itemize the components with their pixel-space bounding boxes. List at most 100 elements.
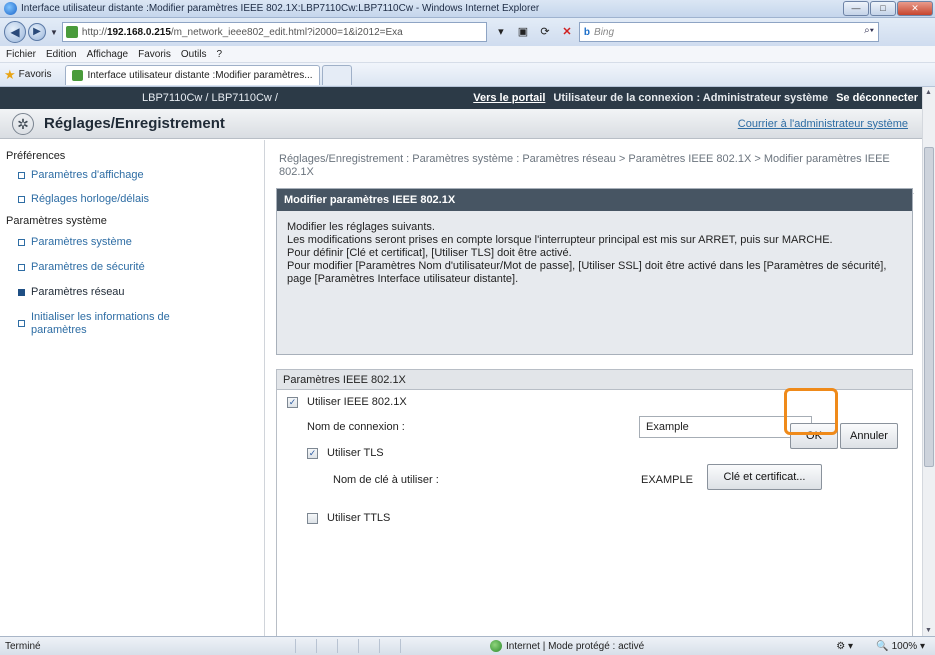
bullet-icon (18, 172, 25, 179)
zoom-value: 100% (891, 640, 918, 652)
settings-cog-icon: ✲ (12, 112, 34, 135)
sidebar-item-system-settings[interactable]: Paramètres système (18, 236, 132, 249)
logged-in-user: Utilisateur de la connexion : Administra… (553, 92, 829, 104)
menu-file[interactable]: Fichier (6, 49, 36, 60)
login-name-label: Nom de connexion : (307, 421, 405, 433)
use-8021x-label: Utiliser IEEE 802.1X (307, 396, 407, 408)
instruction-line: Pour modifier [Paramètres Nom d'utilisat… (287, 260, 887, 285)
sidebar-item-network-settings[interactable]: Paramètres réseau (18, 286, 125, 299)
compatibility-view-icon[interactable]: ▣ (515, 24, 531, 40)
address-toolbar: ◀ ▶ ▼ http://192.168.0.215/m_network_iee… (0, 18, 935, 46)
section-title: Réglages/Enregistrement (44, 115, 225, 132)
search-icon[interactable]: ⌕▾ (864, 25, 874, 36)
sidebar-item-clock-settings[interactable]: Réglages horloge/délais (18, 193, 149, 206)
sidebar-item-label: Paramètres d'affichage (31, 169, 144, 181)
status-text: Terminé (5, 640, 41, 652)
site-favicon-icon (65, 26, 78, 38)
menu-edit[interactable]: Edition (46, 49, 77, 60)
ie-logo-icon (4, 2, 17, 15)
url-prefix: http:// (81, 26, 107, 38)
bullet-icon (18, 320, 25, 327)
use-tls-row: ✓ Utiliser TLS (307, 447, 384, 459)
favorites-star-icon[interactable]: ★ (4, 67, 16, 83)
vertical-scrollbar[interactable]: ▲ ▼ (922, 87, 935, 636)
section-header: ✲ Réglages/Enregistrement Courrier à l'a… (0, 109, 922, 139)
sidebar-item-label: Paramètres système (31, 236, 132, 248)
menu-favorites[interactable]: Favoris (138, 49, 171, 60)
address-field[interactable]: http://192.168.0.215/m_network_ieee802_e… (61, 22, 487, 42)
menu-tools[interactable]: Outils (181, 49, 207, 60)
logout-link[interactable]: Se déconnecter (836, 92, 918, 104)
menu-view[interactable]: Affichage (87, 49, 129, 60)
cancel-button[interactable]: Annuler (840, 423, 898, 449)
search-input[interactable]: b Bing ⌕▾ (578, 22, 879, 42)
mail-admin-link[interactable]: Courrier à l'administrateur système (738, 118, 908, 130)
sidebar-item-security-settings[interactable]: Paramètres de sécurité (18, 261, 145, 274)
sidebar-item-label: Réglages horloge/délais (31, 193, 150, 205)
instruction-line: Les modifications seront prises en compt… (287, 234, 833, 246)
breadcrumb: Réglages/Enregistrement : Paramètres sys… (279, 153, 914, 194)
sidebar-item-display-settings[interactable]: Paramètres d'affichage (18, 169, 144, 182)
security-zone-text: Internet | Mode protégé : activé (506, 640, 645, 652)
panel-instructions: Modifier les réglages suivants. Les modi… (277, 211, 912, 286)
portal-link[interactable]: Vers le portail (473, 92, 545, 104)
bullet-icon (18, 239, 25, 246)
bing-logo-icon: b (583, 26, 591, 38)
status-bar: Terminé Internet | Mode protégé : activé… (0, 636, 935, 655)
popup-settings-icon[interactable]: ⚙ ▾ (836, 641, 853, 652)
sidebar-item-label: Initialiser les informations de paramètr… (31, 311, 170, 336)
address-tools: ▾ ▣ ⟳ ✕ (493, 24, 575, 40)
key-name-value: EXAMPLE (641, 474, 693, 486)
scroll-up-icon[interactable]: ▲ (925, 89, 932, 96)
use-tls-checkbox[interactable]: ✓ (307, 447, 318, 459)
window-controls: — □ ✕ (843, 1, 933, 16)
use-ttls-checkbox[interactable] (307, 512, 318, 524)
window-title: Interface utilisateur distante :Modifier… (21, 3, 540, 14)
device-name: LBP7110Cw / LBP7110Cw / (142, 92, 278, 104)
sidebar-item-label: Paramètres réseau (31, 286, 125, 298)
panel-title: Modifier paramètres IEEE 802.1X (277, 189, 912, 211)
sidebar-item-label: Paramètres de sécurité (31, 261, 145, 273)
ok-button-highlight (784, 388, 838, 435)
security-zone[interactable]: Internet | Mode protégé : activé (490, 640, 644, 652)
new-tab-button[interactable] (321, 64, 352, 85)
favorites-button[interactable]: Favoris (19, 69, 52, 80)
use-ttls-row: Utiliser TTLS (307, 512, 390, 524)
menu-help[interactable]: ? (216, 49, 222, 60)
status-separators (295, 639, 401, 653)
use-8021x-row: ✓ Utiliser IEEE 802.1X (287, 396, 407, 408)
internet-globe-icon (490, 640, 502, 652)
minimize-button[interactable]: — (843, 1, 869, 16)
sidebar-group-preferences: Préférences (6, 150, 66, 162)
address-dropdown-icon[interactable]: ▾ (493, 24, 509, 40)
use-tls-label: Utiliser TLS (327, 447, 384, 459)
topbar-links: Vers le portail Utilisateur de la connex… (473, 92, 918, 104)
sidebar-item-reset-settings[interactable]: Initialiser les informations de paramètr… (18, 311, 218, 337)
key-name-value-row: EXAMPLE (641, 474, 693, 486)
key-certificate-button[interactable]: Clé et certificat... (707, 464, 822, 490)
zoom-level[interactable]: 🔍 100% ▾ (876, 641, 925, 652)
forward-button[interactable]: ▶ (28, 23, 46, 41)
tab-favicon-icon (72, 69, 84, 81)
back-button[interactable]: ◀ (4, 21, 26, 43)
use-ttls-label: Utiliser TTLS (327, 512, 391, 524)
history-dropdown-icon[interactable]: ▼ (50, 28, 58, 37)
stop-icon[interactable]: ✕ (559, 24, 575, 40)
scrollbar-thumb[interactable] (924, 147, 934, 467)
refresh-icon[interactable]: ⟳ (537, 24, 553, 40)
address-url: http://192.168.0.215/m_network_ieee802_e… (82, 27, 403, 38)
scroll-down-icon[interactable]: ▼ (925, 627, 932, 634)
close-window-button[interactable]: ✕ (897, 1, 933, 16)
breadcrumb-text: Réglages/Enregistrement : Paramètres sys… (279, 153, 890, 178)
favorites-bar: ★ Favoris Interface utilisateur distante… (0, 63, 935, 87)
menu-bar: Fichier Edition Affichage Favoris Outils… (0, 46, 935, 63)
maximize-button[interactable]: □ (870, 1, 896, 16)
sidebar-group-system: Paramètres système (6, 215, 107, 227)
edit-8021x-panel: Modifier paramètres IEEE 802.1X Modifier… (276, 188, 913, 355)
use-8021x-checkbox[interactable]: ✓ (287, 396, 298, 408)
url-host: 192.168.0.215 (106, 26, 171, 38)
browser-tab[interactable]: Interface utilisateur distante :Modifier… (65, 64, 320, 85)
login-name-row: Nom de connexion : (307, 421, 405, 433)
bullet-icon (18, 289, 25, 296)
web-page: LBP7110Cw / LBP7110Cw / Vers le portail … (0, 87, 922, 636)
